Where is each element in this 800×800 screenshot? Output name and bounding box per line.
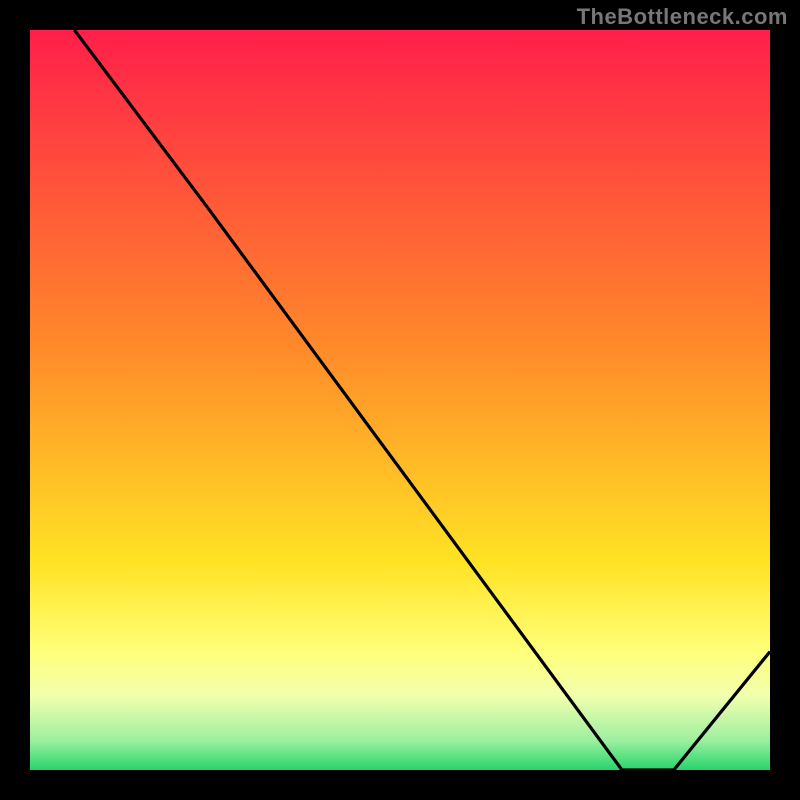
attribution-label: TheBottleneck.com: [577, 4, 788, 30]
plot-area: [30, 30, 770, 770]
chart-frame: TheBottleneck.com: [0, 0, 800, 800]
gradient-background: [30, 30, 770, 770]
chart-svg: [30, 30, 770, 770]
